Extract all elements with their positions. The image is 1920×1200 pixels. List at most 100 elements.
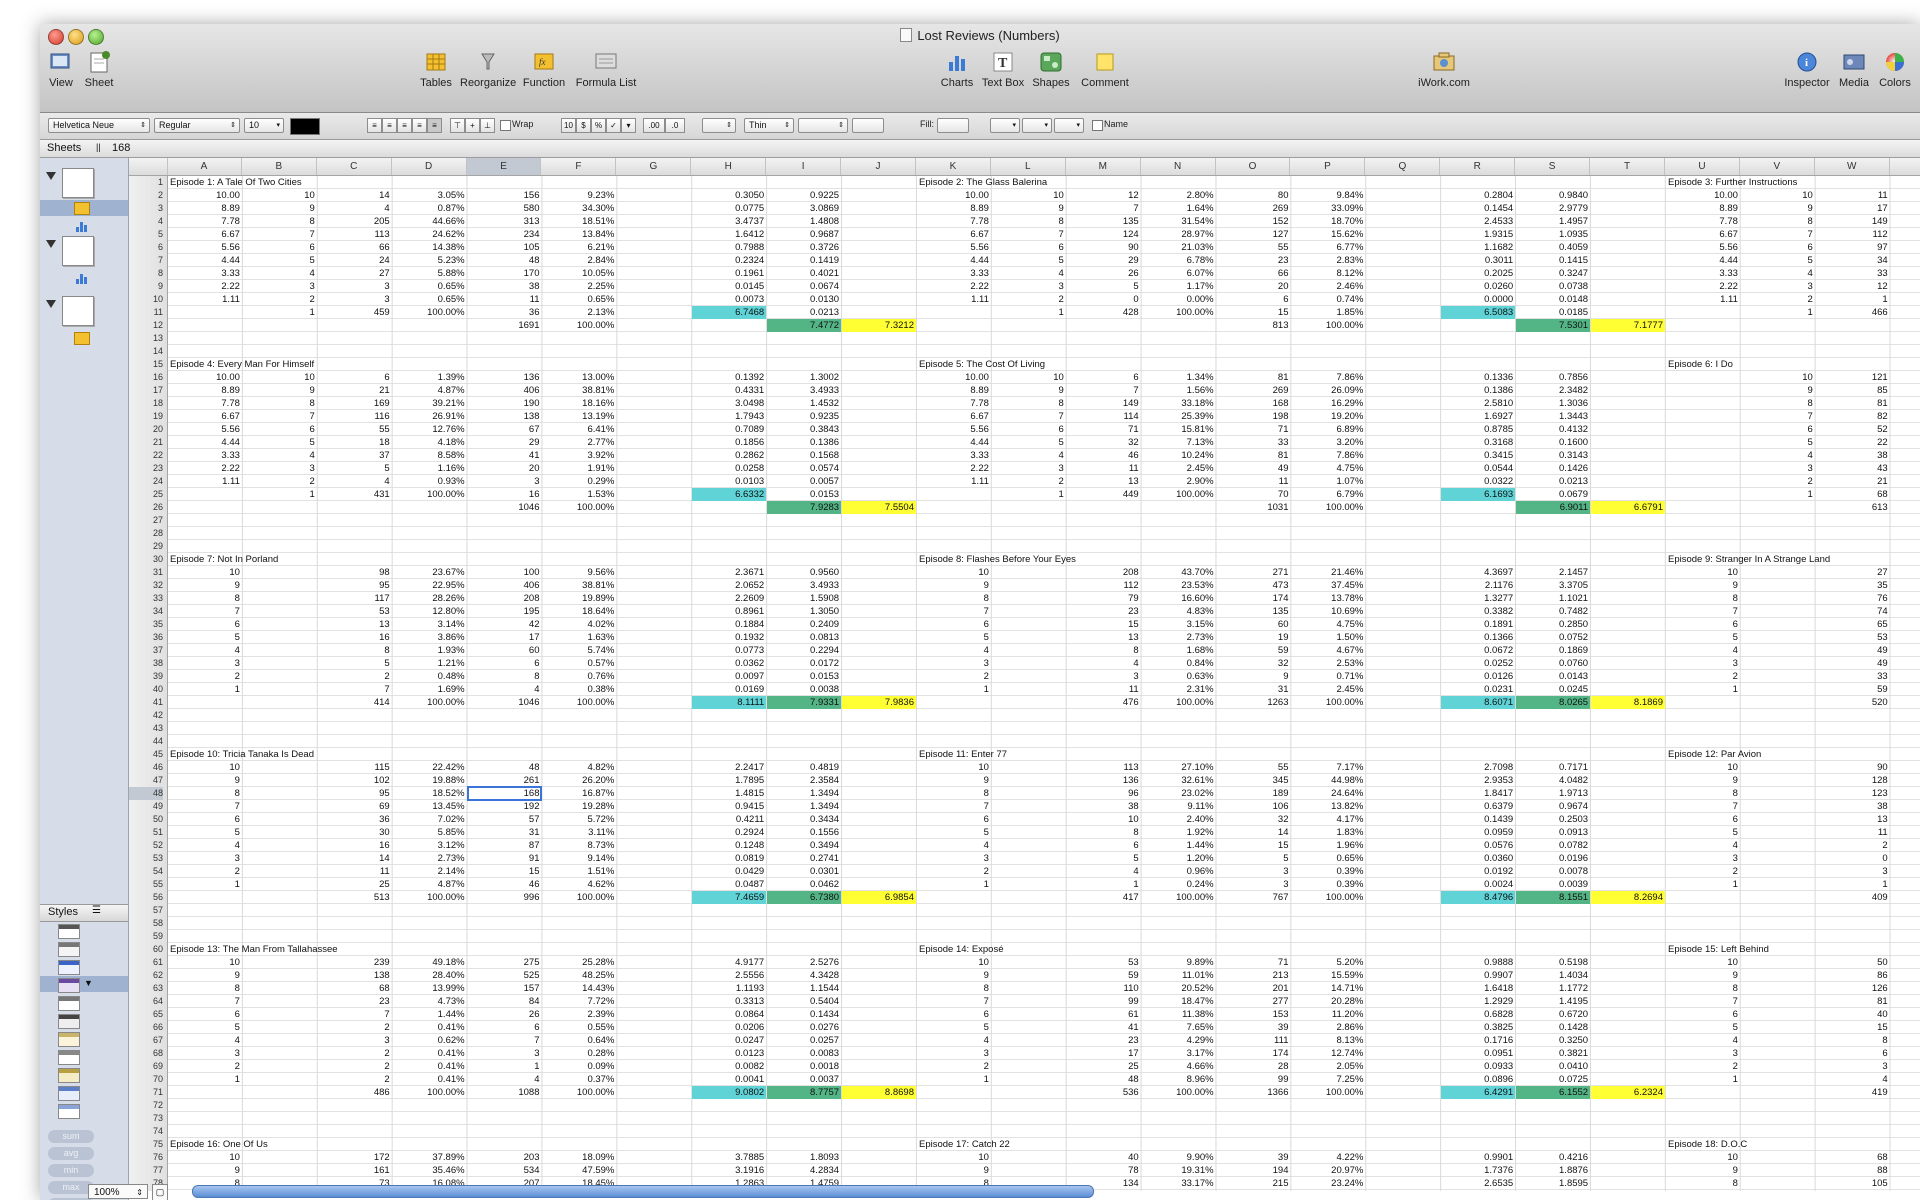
column-header-j[interactable]: J xyxy=(841,158,916,175)
row-header[interactable]: 60 xyxy=(129,943,163,956)
table-style-swatch[interactable] xyxy=(58,1014,80,1029)
table-cell[interactable]: 476 xyxy=(1067,696,1141,709)
table-cell[interactable]: 0.0257 xyxy=(767,1034,841,1047)
table-cell[interactable]: 0.28% xyxy=(543,1047,617,1060)
table-cell[interactable]: 11.93 xyxy=(1891,956,1920,969)
table-cell[interactable]: 3.58 xyxy=(1891,1021,1920,1034)
table-cell[interactable]: 105 xyxy=(468,241,542,254)
table-cell[interactable]: 74 xyxy=(1816,605,1890,618)
table-cell[interactable]: 3 xyxy=(1217,865,1291,878)
table-cell[interactable]: 0.87% xyxy=(393,202,467,215)
table-cell[interactable]: 30 xyxy=(318,826,392,839)
column-header-p[interactable]: P xyxy=(1291,158,1366,175)
table-cell[interactable]: 22.42% xyxy=(393,761,467,774)
table-cell[interactable]: 8 xyxy=(468,670,542,683)
table-cell[interactable]: 0.3050 xyxy=(692,189,766,202)
table-cell[interactable]: 20 xyxy=(1217,280,1291,293)
table-cell[interactable]: 0.9415 xyxy=(692,800,766,813)
line-width-select[interactable]: ⇕ xyxy=(798,118,848,133)
chart-icon[interactable] xyxy=(76,272,88,284)
table-cell[interactable]: 31.54% xyxy=(1142,215,1216,228)
table-cell[interactable]: 0.1415 xyxy=(1516,254,1590,267)
table-cell[interactable]: 8.1869 xyxy=(1591,696,1665,709)
table-cell[interactable]: 5.56 xyxy=(168,241,242,254)
row-header[interactable]: 71 xyxy=(129,1086,163,1099)
table-cell[interactable]: 8.1551 xyxy=(1516,891,1591,904)
table-cell[interactable]: 19 xyxy=(1217,631,1291,644)
table-cell[interactable]: 6 xyxy=(1067,839,1141,852)
table-cell[interactable]: 19.74 xyxy=(1891,371,1920,384)
table-cell[interactable]: 1.1772 xyxy=(1516,982,1590,995)
row-header[interactable]: 4 xyxy=(129,215,163,228)
row-header[interactable]: 77 xyxy=(129,1164,163,1177)
table-cell[interactable]: 15.62% xyxy=(1292,228,1366,241)
avg-function-button[interactable]: avg xyxy=(48,1147,94,1160)
table-cell[interactable]: 21 xyxy=(1816,475,1890,488)
table-cell[interactable]: 0.3247 xyxy=(1516,267,1590,280)
table-cell[interactable]: 12.50 xyxy=(1891,618,1920,631)
row-header[interactable]: 32 xyxy=(129,579,163,592)
valign-bottom-button[interactable]: ⊥ xyxy=(480,118,495,133)
table-cell[interactable]: 0.55% xyxy=(543,1021,617,1034)
formula-bar-value[interactable]: 168 xyxy=(112,142,130,154)
table-cell[interactable]: 4 xyxy=(468,1073,542,1086)
table-cell[interactable]: 27.10% xyxy=(1142,761,1216,774)
table-cell[interactable]: 6.77% xyxy=(1292,241,1366,254)
table-cell[interactable]: 53 xyxy=(1816,631,1890,644)
table-cell[interactable]: 409 xyxy=(1816,891,1890,904)
table-cell[interactable]: 0.65% xyxy=(543,293,617,306)
table-cell[interactable]: 14 xyxy=(318,189,392,202)
table-cell[interactable]: 34.30% xyxy=(543,202,617,215)
table-cell[interactable]: 100.00% xyxy=(393,488,467,501)
table-cell[interactable]: 24.64% xyxy=(1292,787,1366,800)
table-cell[interactable]: 0.0301 xyxy=(767,865,841,878)
table-cell[interactable]: 8 xyxy=(1816,1034,1890,1047)
table-cell[interactable]: 0.64% xyxy=(543,1034,617,1047)
table-cell[interactable]: 406 xyxy=(468,384,542,397)
table-cell[interactable]: 5 xyxy=(1217,852,1291,865)
table-cell[interactable]: 0.4819 xyxy=(767,761,841,774)
media-button[interactable]: Media xyxy=(1837,50,1871,89)
table-cell[interactable]: 106 xyxy=(1217,800,1291,813)
table-cell[interactable]: 0.3494 xyxy=(767,839,841,852)
table-cell[interactable]: 8 xyxy=(243,215,317,228)
table-cell[interactable]: 7 xyxy=(1067,384,1141,397)
table-cell[interactable]: 1.4957 xyxy=(1516,215,1590,228)
table-cell[interactable]: 123 xyxy=(1816,787,1890,800)
table-cell[interactable]: 1.9315 xyxy=(1441,228,1515,241)
table-cell[interactable]: 10.24% xyxy=(1142,449,1216,462)
table-cell[interactable]: 3 xyxy=(243,280,317,293)
table-cell[interactable]: 0.0038 xyxy=(767,683,841,696)
table-cell[interactable]: 0.9901 xyxy=(1441,1151,1515,1164)
table-cell[interactable]: 7 xyxy=(168,605,242,618)
table-cell[interactable]: 3 xyxy=(1666,657,1740,670)
table-cell[interactable]: 100.00 xyxy=(1891,306,1920,319)
table-cell[interactable]: 2 xyxy=(168,670,242,683)
table-cell[interactable]: 5.88% xyxy=(393,267,467,280)
table-cell[interactable]: 0 xyxy=(1067,293,1141,306)
table-cell[interactable]: 10.05% xyxy=(543,267,617,280)
table-cell[interactable]: 1.3861 xyxy=(1441,1190,1515,1191)
table-cell[interactable]: 1 xyxy=(1666,683,1740,696)
table-cell[interactable]: 4.62% xyxy=(543,878,617,891)
table-cell[interactable]: 25 xyxy=(1067,1060,1141,1073)
table-cell[interactable]: 0.0143 xyxy=(1516,670,1590,683)
table-cell[interactable]: 3.4933 xyxy=(767,579,841,592)
table-cell[interactable]: 0.21 xyxy=(1891,293,1920,306)
table-cell[interactable]: 8 xyxy=(318,644,392,657)
table-cell[interactable]: 0.0576 xyxy=(1441,839,1515,852)
table-cell[interactable]: 0.4132 xyxy=(1516,423,1590,436)
table-cell[interactable]: 0.2741 xyxy=(767,852,841,865)
table-cell[interactable]: 66 xyxy=(1217,267,1291,280)
table-cell[interactable]: 1.1682 xyxy=(1441,241,1515,254)
table-cell[interactable]: 0.65% xyxy=(1292,852,1366,865)
table-cell[interactable]: 7.72% xyxy=(543,995,617,1008)
table-cell[interactable]: 0.0078 xyxy=(1516,865,1590,878)
table-cell[interactable]: 3 xyxy=(917,852,991,865)
table-cell[interactable]: 9 xyxy=(1666,579,1740,592)
table-cell[interactable]: 11 xyxy=(1067,683,1141,696)
table-cell[interactable]: 112 xyxy=(1067,579,1141,592)
table-cell[interactable]: 0.3825 xyxy=(1441,1021,1515,1034)
table-cell[interactable]: 2 xyxy=(1816,839,1890,852)
table-cell[interactable]: 4.02% xyxy=(543,618,617,631)
